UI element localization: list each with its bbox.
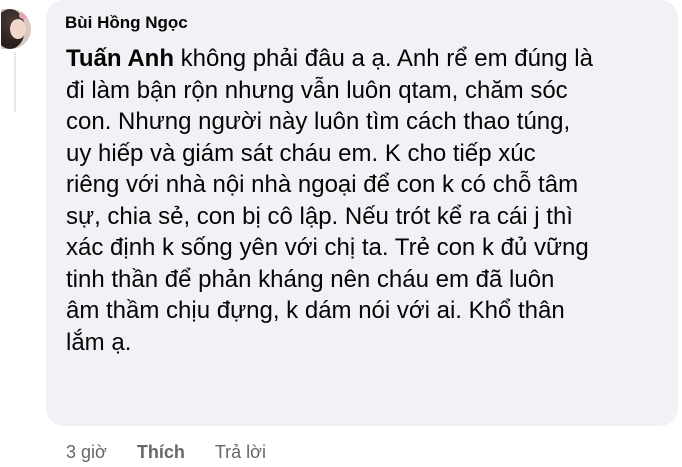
comment-text: Tuấn Anh không phải đâu a ạ. Anh rể em đ… [66,43,678,358]
avatar[interactable] [1,9,31,49]
comment-line: con. Nhưng người này luôn tìm cách thao … [66,108,571,135]
like-button[interactable]: Thích [137,442,185,463]
mention-link[interactable]: Tuấn Anh [66,45,174,72]
comment: Bùi Hồng Ngọc Tuấn Anh không phải đâu a … [0,0,682,467]
comment-line: xác định k sống yên với chị ta. Trẻ con … [66,234,589,261]
comment-line: sự, chia sẻ, con bị cô lập. Nếu trót kể … [66,202,573,230]
comment-line: lắm ạ. [66,328,132,356]
comment-author[interactable]: Bùi Hồng Ngọc [65,13,188,33]
comment-line: âm thầm chịu đựng, k dám nói với ai. Khổ… [66,297,565,324]
comment-line: tinh thần để phản kháng nên cháu em đã l… [66,265,555,293]
avatar-flower [19,12,28,19]
comment-actions: 3 giờ Thích Trả lời [66,442,266,463]
comment-line: uy hiếp và giám sát cháu em. K cho tiếp … [66,139,536,167]
comment-line-text: không phải đâu a ạ. Anh rể em đúng là [173,45,593,72]
comment-line: riêng với nhà nội nhà ngoại để con k có … [66,171,579,198]
reply-button[interactable]: Trả lời [215,442,266,463]
comment-line: Tuấn Anh không phải đâu a ạ. Anh rể em đ… [66,43,678,75]
thread-line [14,52,16,112]
avatar-face [10,19,26,39]
comment-line: đi làm bận rộn nhưng vẫn luôn qtam, chăm… [66,76,568,104]
timestamp[interactable]: 3 giờ [66,442,107,463]
